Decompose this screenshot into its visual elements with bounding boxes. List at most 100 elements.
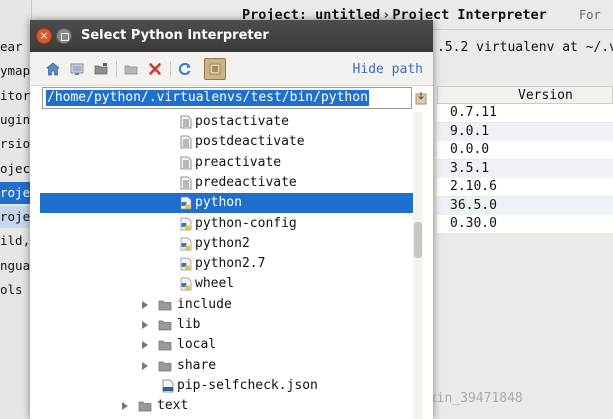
tree-item-python2-7[interactable]: python2.7 <box>40 254 423 274</box>
new-folder-icon[interactable] <box>122 60 140 78</box>
expand-arrow-icon[interactable] <box>122 402 128 411</box>
delete-icon[interactable] <box>146 60 164 78</box>
version-cell: 2.10.6 <box>450 179 497 194</box>
version-cell: 3.5.1 <box>450 160 490 176</box>
tree-item-python[interactable]: python <box>40 193 423 214</box>
tree-item-preactivate[interactable]: preactivate <box>40 153 423 173</box>
tree-item-postdeactivate[interactable]: postdeactivate <box>40 132 423 152</box>
expand-arrow-icon[interactable] <box>142 321 148 329</box>
close-button[interactable]: × <box>36 28 52 44</box>
table-row[interactable]: 36.5.0 <box>437 196 613 215</box>
refresh-icon[interactable] <box>176 60 194 78</box>
tree-item-text[interactable]: text <box>40 396 423 416</box>
for-current-project-label: For <box>579 8 601 22</box>
json-file-icon <box>162 379 174 393</box>
tree-item-label: lib <box>177 317 201 332</box>
table-row[interactable]: 0.30.0 <box>437 215 613 233</box>
settings-sidebar-item[interactable]: ojec <box>0 158 32 180</box>
tree-item-postactivate[interactable]: postactivate <box>40 112 423 132</box>
folder-icon <box>158 298 172 312</box>
tree-item-predeactivate[interactable]: predeactivate <box>40 173 423 193</box>
tree-scrollbar[interactable] <box>413 112 423 419</box>
file-tree: postactivate postdeactivate preactivate pre… <box>40 112 433 419</box>
path-input-value: /home/python/.virtualenvs/test/bin/pytho… <box>46 90 369 106</box>
folder-icon <box>158 318 172 332</box>
file-icon <box>180 176 192 190</box>
settings-sidebar-item[interactable]: ear <box>0 36 32 58</box>
tree-item-share[interactable]: share <box>40 356 423 376</box>
python-file-icon <box>180 257 192 271</box>
path-row: /home/python/.virtualenvs/test/bin/pytho… <box>30 86 433 112</box>
settings-sidebar-item[interactable]: rsio <box>0 133 32 155</box>
tree-item-label: python <box>195 195 242 211</box>
settings-sidebar-item[interactable]: ols <box>0 279 32 301</box>
version-cell: 0.7.11 <box>450 105 497 120</box>
settings-sidebar-item[interactable]: ngua <box>0 255 32 277</box>
tree-item-label: postdeactivate <box>195 134 305 150</box>
table-row[interactable]: 0.7.11 <box>437 104 613 122</box>
folder-icon <box>138 399 152 413</box>
hide-path-link[interactable]: Hide path <box>353 62 423 77</box>
desktop-icon[interactable] <box>68 60 86 78</box>
tree-item-label: pip-selfcheck.json <box>177 377 318 393</box>
file-chooser-toolbar: Hide path <box>30 52 433 86</box>
tree-item-label: local <box>177 337 217 353</box>
expand-arrow-icon[interactable] <box>142 300 148 309</box>
settings-sidebar-item[interactable]: roje <box>0 206 32 229</box>
table-row[interactable]: 3.5.1 <box>437 159 613 178</box>
version-cell: 36.5.0 <box>450 197 497 213</box>
settings-sidebar-item[interactable]: ugin <box>0 109 32 131</box>
file-icon <box>180 156 192 170</box>
tree-item-wheel[interactable]: wheel <box>40 274 423 294</box>
tree-item-python-config[interactable]: python-config <box>40 214 423 234</box>
tree-item-include[interactable]: include <box>40 295 423 315</box>
tree-item-local[interactable]: local <box>40 335 423 355</box>
version-cell: 0.0.0 <box>450 142 490 157</box>
tree-item-label: postactivate <box>195 114 289 129</box>
file-icon <box>180 135 192 149</box>
tree-item-label: python2.7 <box>195 256 266 272</box>
tree-item-pip-selfcheck-json[interactable]: pip-selfcheck.json <box>40 376 423 396</box>
settings-sidebar-item[interactable]: roje <box>0 181 32 204</box>
settings-sidebar-item[interactable]: ild, <box>0 230 32 252</box>
home-icon[interactable] <box>44 60 62 78</box>
settings-sidebar-item[interactable]: itor <box>0 85 32 107</box>
dialog-title: Select Python Interpreter <box>81 28 269 43</box>
tree-item-label: text <box>157 398 189 414</box>
file-icon <box>180 115 192 129</box>
dialog-titlebar[interactable]: × Select Python Interpreter <box>30 20 433 52</box>
expand-arrow-icon[interactable] <box>142 341 148 350</box>
table-row[interactable]: 9.0.1 <box>437 122 613 141</box>
table-row[interactable]: 2.10.6 <box>437 178 613 196</box>
folder-up-icon[interactable] <box>92 60 110 78</box>
path-history-icon[interactable] <box>415 91 427 105</box>
tree-item-label: include <box>177 296 232 312</box>
toolbar-separator <box>116 61 117 77</box>
version-cell: 9.0.1 <box>450 123 490 139</box>
tree-item-label: predeactivate <box>195 174 297 190</box>
python-file-icon <box>180 237 192 251</box>
python-file-icon <box>180 196 192 210</box>
tree-item-python2[interactable]: python2 <box>40 234 423 254</box>
settings-sidebar-item[interactable]: ymap <box>0 60 32 82</box>
python-file-icon <box>180 217 192 231</box>
expand-arrow-icon[interactable] <box>142 361 148 370</box>
folder-icon <box>158 359 172 373</box>
settings-sidebar: ear ymap itor ugin rsio ojec roje roje ild, ngua o… <box>0 0 32 419</box>
tree-item-label: share <box>177 357 217 373</box>
show-hidden-icon[interactable] <box>204 58 226 80</box>
version-header-label: Version <box>518 88 573 103</box>
tree-item-label: python-config <box>195 215 297 231</box>
toolbar-separator <box>170 61 171 77</box>
version-cell: 0.30.0 <box>450 216 497 231</box>
table-row[interactable]: 0.0.0 <box>437 141 613 159</box>
version-column-header[interactable]: Version <box>437 86 613 104</box>
folder-icon <box>158 338 172 352</box>
tree-item-lib[interactable]: lib <box>40 315 423 335</box>
select-interpreter-dialog: × Select Python Interpreter Hide path /h… <box>30 20 433 419</box>
python-file-icon <box>180 277 192 291</box>
project-interpreter-select[interactable]: .5.2 virtualenv at ~/.vi <box>437 40 613 55</box>
tree-item-label: wheel <box>195 276 235 292</box>
minimize-button[interactable] <box>56 28 72 44</box>
scrollbar-thumb[interactable] <box>414 222 422 258</box>
